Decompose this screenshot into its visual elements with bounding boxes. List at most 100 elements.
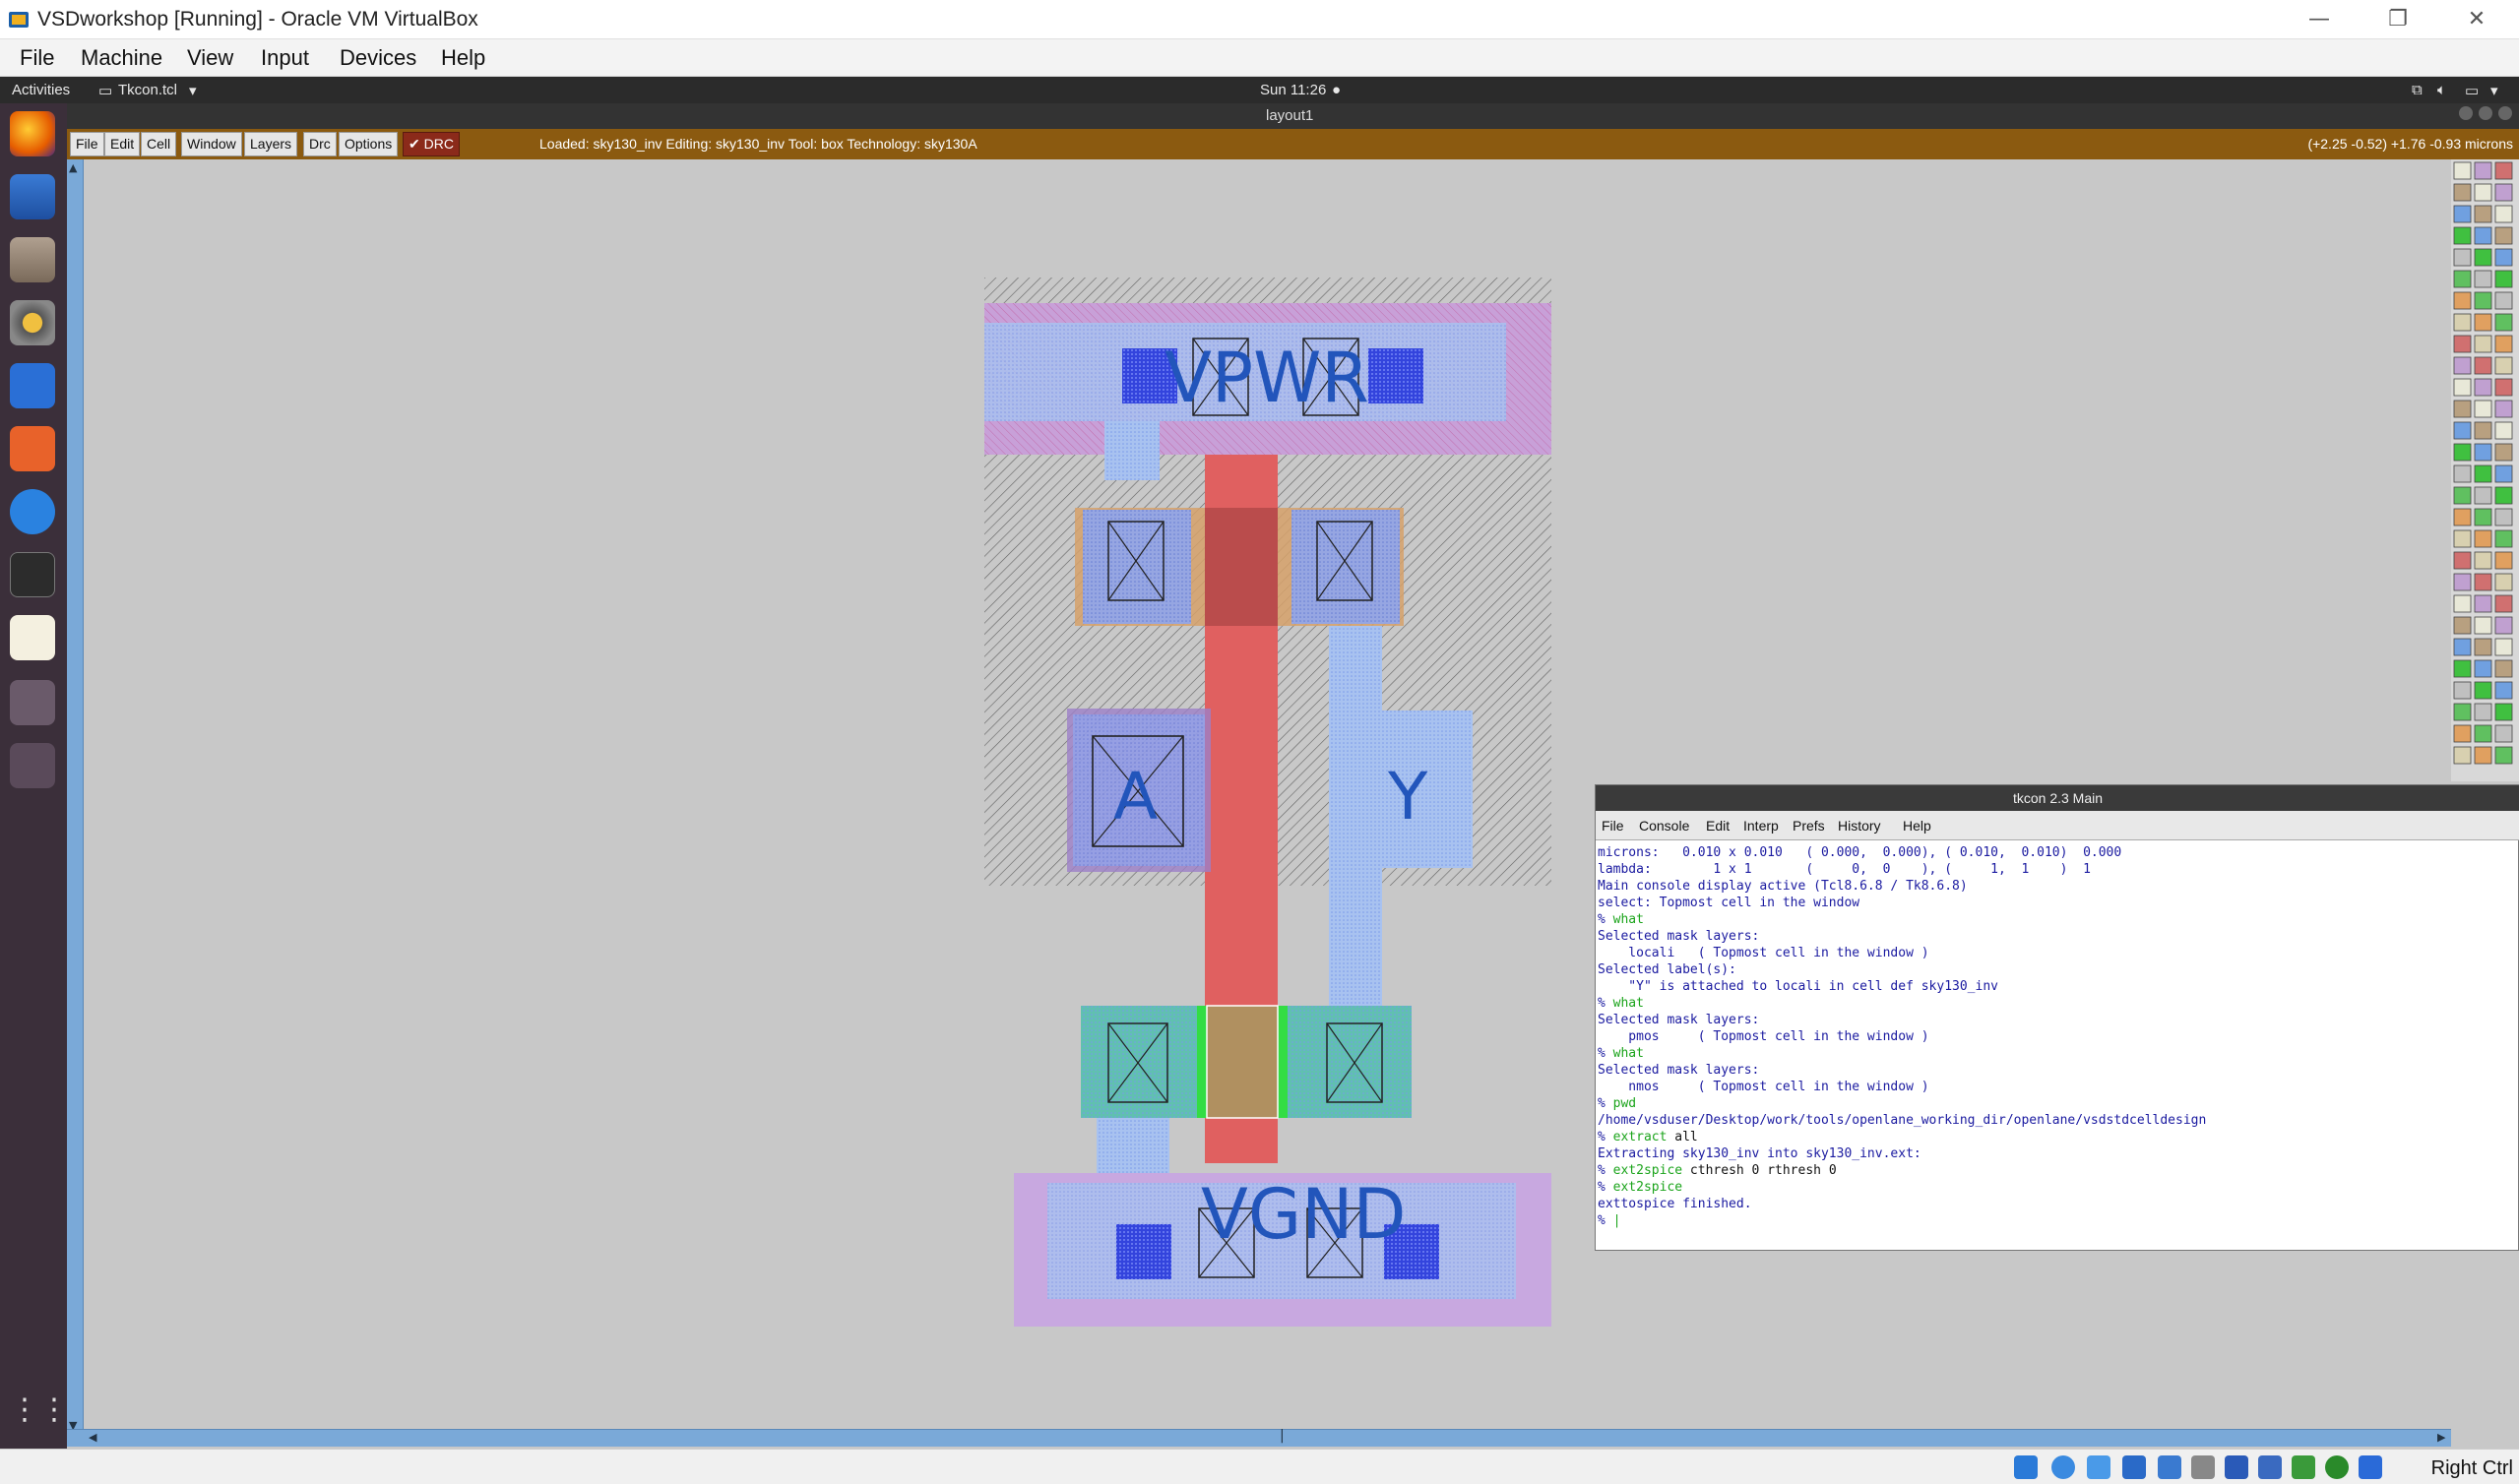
magic-menu-file[interactable]: File xyxy=(70,132,104,156)
layer-swatch[interactable] xyxy=(2474,183,2492,202)
layer-swatch[interactable] xyxy=(2494,746,2513,765)
layer-swatch[interactable] xyxy=(2474,443,2492,462)
layer-swatch[interactable] xyxy=(2474,659,2492,678)
rhythmbox-icon[interactable] xyxy=(10,300,55,345)
magic-menu-window[interactable]: Window xyxy=(181,132,242,156)
magic-menu-edit[interactable]: Edit xyxy=(104,132,141,156)
help-icon[interactable] xyxy=(10,489,55,534)
layer-swatch[interactable] xyxy=(2453,616,2472,635)
hdd-icon[interactable] xyxy=(2014,1455,2038,1479)
volume-icon[interactable]: 🔈︎ xyxy=(2437,82,2446,98)
app-menu[interactable]: Tkcon.tcl xyxy=(118,82,177,98)
battery-icon[interactable]: ▭ xyxy=(2465,82,2479,99)
layer-swatch[interactable] xyxy=(2494,205,2513,223)
vbox-menu-devices[interactable]: Devices xyxy=(340,45,416,71)
layer-swatches[interactable] xyxy=(2451,159,2519,781)
layer-swatch[interactable] xyxy=(2453,508,2472,526)
layer-swatch[interactable] xyxy=(2453,378,2472,397)
vbox-menu-view[interactable]: View xyxy=(187,45,233,71)
layer-swatch[interactable] xyxy=(2494,703,2513,721)
tkcon-menu-interp[interactable]: Interp xyxy=(1743,818,1779,834)
layer-swatch[interactable] xyxy=(2453,529,2472,548)
layer-swatch[interactable] xyxy=(2494,638,2513,656)
magic-menu-cell[interactable]: Cell xyxy=(141,132,177,156)
layer-swatch[interactable] xyxy=(2494,313,2513,332)
layer-swatch[interactable] xyxy=(2474,616,2492,635)
vbox-menu-input[interactable]: Input xyxy=(261,45,309,71)
network-icon[interactable]: ⧉ xyxy=(2412,82,2423,98)
layer-swatch[interactable] xyxy=(2474,313,2492,332)
app-menu-chevron-icon[interactable]: ▾ xyxy=(189,82,197,99)
layer-swatch[interactable] xyxy=(2474,508,2492,526)
magic-menu-drc[interactable]: Drc xyxy=(303,132,337,156)
layer-swatch[interactable] xyxy=(2453,746,2472,765)
system-menu-chevron-icon[interactable]: ▾ xyxy=(2490,82,2498,99)
layer-swatch[interactable] xyxy=(2474,464,2492,483)
vertical-scrollbar[interactable]: ▲ ▼ xyxy=(67,159,84,1434)
activities-button[interactable]: Activities xyxy=(12,82,70,98)
layer-swatch[interactable] xyxy=(2474,291,2492,310)
layer-swatch[interactable] xyxy=(2453,400,2472,418)
layer-swatch[interactable] xyxy=(2494,616,2513,635)
window-close-icon[interactable] xyxy=(2498,106,2512,120)
layer-swatch[interactable] xyxy=(2453,248,2472,267)
scroll-thumb[interactable]: | xyxy=(1280,1428,1285,1444)
layer-swatch[interactable] xyxy=(2453,226,2472,245)
layer-swatch[interactable] xyxy=(2494,291,2513,310)
keyboard-icon[interactable] xyxy=(2359,1455,2382,1479)
minimize-button[interactable]: — xyxy=(2280,2,2359,37)
optical-drive-icon[interactable] xyxy=(2051,1455,2075,1479)
audio-icon[interactable] xyxy=(2087,1455,2110,1479)
layer-swatch[interactable] xyxy=(2453,421,2472,440)
thunderbird-icon[interactable] xyxy=(10,174,55,219)
layer-swatch[interactable] xyxy=(2494,724,2513,743)
layer-swatch[interactable] xyxy=(2453,681,2472,700)
layer-swatch[interactable] xyxy=(2474,400,2492,418)
layer-swatch[interactable] xyxy=(2494,161,2513,180)
layer-swatch[interactable] xyxy=(2474,421,2492,440)
layer-swatch[interactable] xyxy=(2494,356,2513,375)
layer-swatch[interactable] xyxy=(2494,659,2513,678)
layer-swatch[interactable] xyxy=(2474,486,2492,505)
scroll-left-arrow-icon[interactable]: ◀ xyxy=(89,1431,96,1444)
layer-swatch[interactable] xyxy=(2474,356,2492,375)
layer-swatch[interactable] xyxy=(2453,594,2472,613)
layer-swatch[interactable] xyxy=(2494,335,2513,353)
y-label[interactable]: Y xyxy=(1387,759,1428,835)
window-maximize-icon[interactable] xyxy=(2479,106,2492,120)
layer-swatch[interactable] xyxy=(2474,551,2492,570)
tkcon-menu-history[interactable]: History xyxy=(1838,818,1881,834)
layer-swatch[interactable] xyxy=(2494,594,2513,613)
layer-swatch[interactable] xyxy=(2494,421,2513,440)
layer-swatch[interactable] xyxy=(2474,681,2492,700)
layer-swatch[interactable] xyxy=(2494,183,2513,202)
terminal-icon[interactable] xyxy=(10,552,55,597)
layer-swatch[interactable] xyxy=(2453,638,2472,656)
software-center-icon[interactable] xyxy=(10,426,55,471)
layer-swatch[interactable] xyxy=(2474,226,2492,245)
tkcon-menu-help[interactable]: Help xyxy=(1903,818,1931,834)
layer-swatch[interactable] xyxy=(2453,703,2472,721)
layer-swatch[interactable] xyxy=(2494,486,2513,505)
layer-swatch[interactable] xyxy=(2494,226,2513,245)
shared-folders-icon[interactable] xyxy=(2191,1455,2215,1479)
tkcon-menu-edit[interactable]: Edit xyxy=(1706,818,1730,834)
tkcon-menu-file[interactable]: File xyxy=(1602,818,1624,834)
vbox-menu-file[interactable]: File xyxy=(20,45,54,71)
text-editor-icon[interactable] xyxy=(10,615,55,660)
vbox-menu-machine[interactable]: Machine xyxy=(81,45,162,71)
magic-app-icon-2[interactable] xyxy=(10,743,55,788)
layer-swatch[interactable] xyxy=(2474,703,2492,721)
layer-swatch[interactable] xyxy=(2494,270,2513,288)
magic-menu-options[interactable]: Options xyxy=(339,132,399,156)
layer-swatch[interactable] xyxy=(2494,400,2513,418)
layer-swatch[interactable] xyxy=(2453,183,2472,202)
layer-swatch[interactable] xyxy=(2453,270,2472,288)
close-button[interactable]: ✕ xyxy=(2437,2,2516,37)
display-icon[interactable] xyxy=(2225,1455,2248,1479)
layer-swatch[interactable] xyxy=(2494,248,2513,267)
layer-swatch[interactable] xyxy=(2494,573,2513,591)
horizontal-scrollbar[interactable]: ◀ | ▶ xyxy=(67,1428,2451,1447)
layer-swatch[interactable] xyxy=(2474,205,2492,223)
layer-swatch[interactable] xyxy=(2474,594,2492,613)
